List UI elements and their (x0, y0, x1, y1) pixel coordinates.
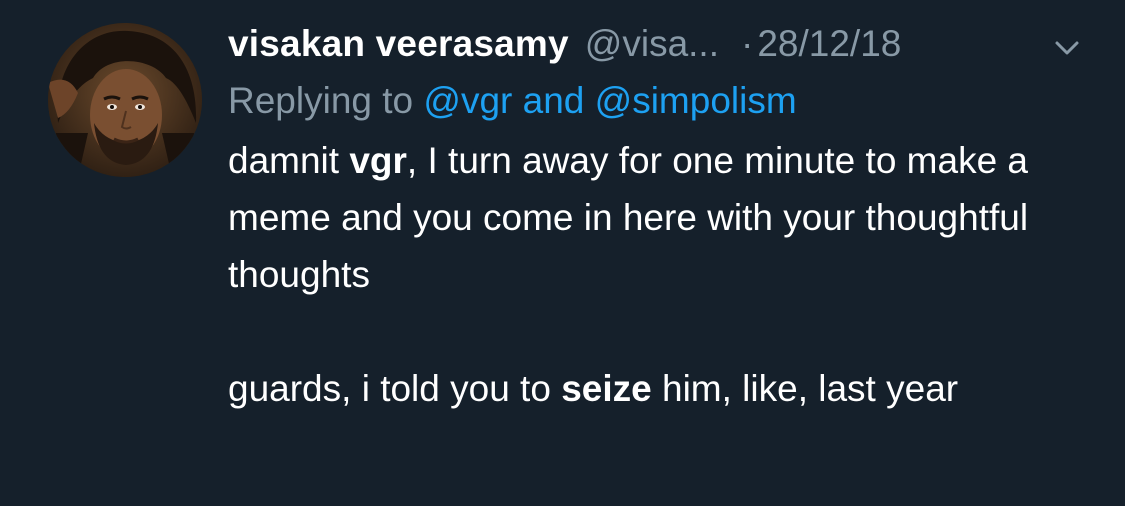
tweet-text-segment: guards, i told you to (228, 368, 562, 409)
tweet-content: visakan veerasamy @visa... · 28/12/18 Re… (228, 18, 1085, 417)
tweet-text-segment: damnit (228, 140, 350, 181)
tweet-header: visakan veerasamy @visa... · 28/12/18 (228, 18, 1085, 70)
replying-to-label: Replying to (228, 80, 414, 121)
reply-mention-simpolism[interactable]: @simpolism (595, 80, 797, 121)
tweet-bold-text: seize (561, 368, 652, 409)
replying-to: Replying to @vgr and @simpolism (228, 70, 1085, 132)
avatar-image (48, 23, 202, 177)
reply-mention-vgr[interactable]: @vgr (423, 80, 512, 121)
tweet-body: damnit vgr, I turn away for one minute t… (228, 132, 1085, 417)
avatar[interactable] (48, 23, 202, 177)
chevron-down-icon[interactable] (1049, 30, 1085, 66)
tweet-paragraph-2: guards, i told you to seize him, like, l… (228, 360, 1085, 417)
tweet-text-segment: him, like, last year (651, 368, 959, 409)
tweet-bold-text: vgr (349, 140, 407, 181)
reply-and[interactable]: and (523, 80, 585, 121)
display-name[interactable]: visakan veerasamy (228, 18, 569, 70)
separator-dot: · (741, 23, 754, 64)
tweet-paragraph-1: damnit vgr, I turn away for one minute t… (228, 132, 1085, 303)
tweet-date[interactable]: 28/12/18 (757, 18, 901, 70)
tweet[interactable]: visakan veerasamy @visa... · 28/12/18 Re… (0, 0, 1125, 506)
user-handle[interactable]: @visa... (585, 18, 719, 70)
